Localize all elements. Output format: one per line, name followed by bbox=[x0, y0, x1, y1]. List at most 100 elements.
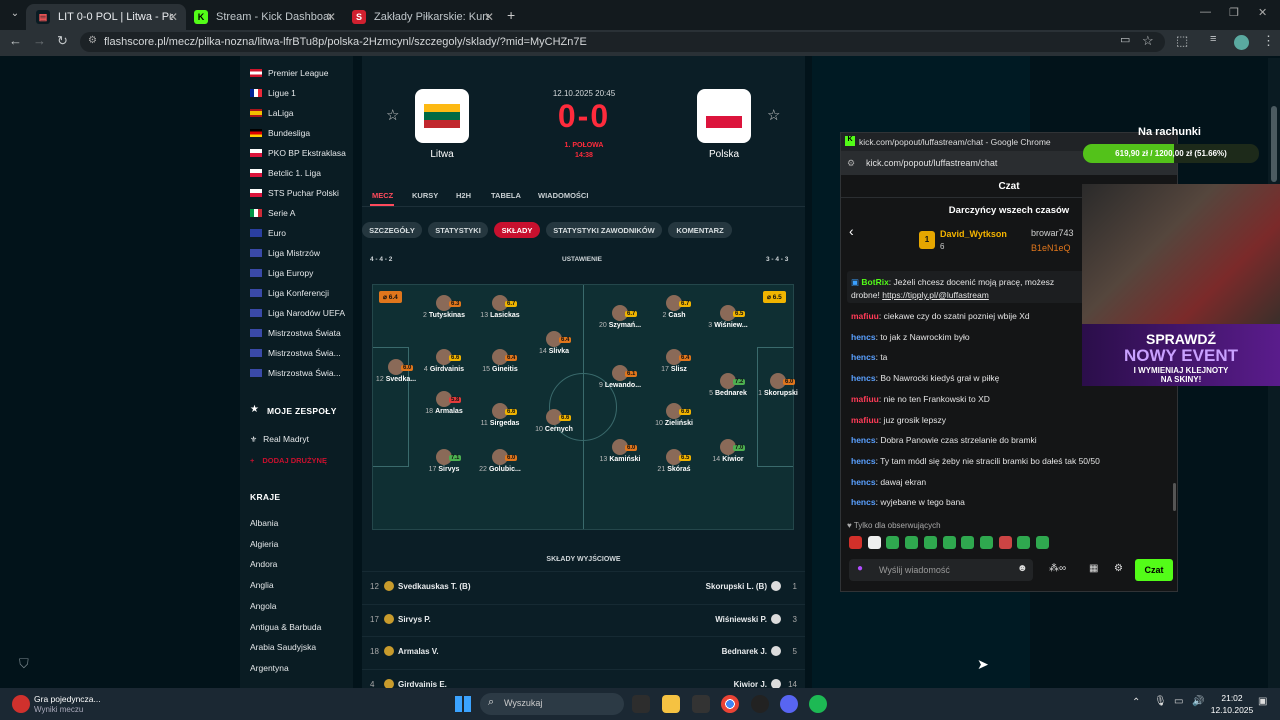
subtab-statystyki-zawodnikow[interactable]: STATYSTYKI ZAWODNIKÓW bbox=[546, 222, 662, 238]
tab-tabela[interactable]: TABELA bbox=[491, 191, 521, 200]
tab-mecz[interactable]: MECZ bbox=[372, 191, 393, 200]
player-marker[interactable]: 6.0 22 Golubic... bbox=[465, 449, 535, 473]
emote-icon[interactable] bbox=[979, 536, 993, 549]
player-marker[interactable]: 6.6 10 Zieliński bbox=[639, 403, 709, 427]
tray-chevron-icon[interactable]: ⌃ bbox=[1132, 697, 1140, 708]
league-item[interactable]: STS Puchar Polski bbox=[250, 188, 339, 198]
chat-scrollbar[interactable] bbox=[1173, 483, 1176, 511]
site-info-icon[interactable]: ⚙ bbox=[88, 35, 97, 46]
chat-username[interactable]: mafiuu bbox=[851, 311, 879, 321]
chat-username[interactable]: hencs bbox=[851, 332, 876, 342]
chat-username[interactable]: hencs bbox=[851, 435, 876, 445]
file-explorer-icon[interactable] bbox=[662, 695, 680, 713]
player-marker[interactable]: 6.0 1 Skorupski bbox=[743, 373, 813, 397]
tipply-link[interactable]: https://tipply.pl/@luffastream bbox=[882, 290, 989, 300]
forward-icon[interactable]: → bbox=[33, 33, 46, 48]
league-item[interactable]: Euro bbox=[250, 228, 286, 238]
league-item[interactable]: Premier League bbox=[250, 68, 328, 78]
back-chevron-icon[interactable]: ‹ bbox=[849, 223, 854, 239]
emote-icon[interactable] bbox=[923, 536, 937, 549]
emote-icon[interactable] bbox=[849, 536, 862, 549]
emote-icon[interactable] bbox=[942, 536, 956, 549]
store-icon[interactable] bbox=[692, 695, 710, 713]
player-marker[interactable]: 6.7 13 Lasickas bbox=[465, 295, 535, 319]
country-item[interactable]: Albania bbox=[250, 518, 278, 528]
notifications-icon[interactable]: ▣ bbox=[1258, 696, 1267, 707]
player-marker[interactable]: 6.6 10 Cernych bbox=[519, 409, 589, 433]
away-team-flag[interactable] bbox=[697, 89, 751, 143]
subtab-sklady[interactable]: SKŁADY bbox=[494, 222, 540, 238]
leader-1-name[interactable]: David_Wytkson bbox=[940, 229, 1007, 239]
spotify-icon[interactable] bbox=[809, 695, 827, 713]
country-item[interactable]: Argentyna bbox=[250, 663, 289, 673]
emote-icon[interactable] bbox=[1036, 536, 1049, 549]
league-item[interactable]: PKO BP Ekstraklasa bbox=[250, 148, 346, 158]
task-view-icon[interactable] bbox=[632, 695, 650, 713]
leader-2-name[interactable]: browar743 bbox=[1031, 228, 1074, 238]
chat-username[interactable]: hencs bbox=[851, 456, 876, 466]
gift-icon[interactable]: ▦ bbox=[1089, 563, 1098, 574]
league-item[interactable]: LaLiga bbox=[250, 108, 294, 118]
shield-icon[interactable]: ⛉ bbox=[19, 656, 29, 672]
settings-gear-icon[interactable]: ⚙ bbox=[1114, 563, 1123, 574]
home-favorite-star-icon[interactable]: ☆ bbox=[386, 106, 399, 124]
close-window-icon[interactable]: ✕ bbox=[1258, 6, 1267, 19]
cast-icon[interactable]: ▭ bbox=[1120, 33, 1130, 46]
extensions-icon[interactable]: ⬚ bbox=[1176, 33, 1188, 49]
tab-sts[interactable]: S Zakłady Piłkarskie: Kursy na Piłk ✕ bbox=[342, 4, 502, 30]
player-marker[interactable]: 6.4 14 Slivka bbox=[519, 331, 589, 355]
news-widget-icon[interactable] bbox=[12, 695, 30, 713]
emote-icon[interactable] bbox=[867, 536, 881, 549]
home-team-name[interactable]: Litwa bbox=[402, 149, 482, 160]
home-team-flag[interactable] bbox=[415, 89, 469, 143]
chat-username[interactable]: hencs bbox=[851, 477, 876, 487]
emote-icon[interactable] bbox=[1017, 536, 1031, 549]
minimize-icon[interactable]: — bbox=[1200, 6, 1211, 18]
discord-icon[interactable] bbox=[780, 695, 798, 713]
league-item[interactable]: Liga Narodów UEFA bbox=[250, 308, 345, 318]
chrome-icon[interactable] bbox=[721, 695, 739, 713]
media-icon[interactable]: ≡ bbox=[1210, 33, 1216, 45]
emote-icon[interactable] bbox=[998, 536, 1012, 549]
country-item[interactable]: Algieria bbox=[250, 539, 278, 549]
lineup-row[interactable]: 17 Sirvys P. Wiśniewski P. 3 bbox=[362, 603, 805, 634]
news-widget-title[interactable]: Gra pojedyncza... bbox=[34, 694, 101, 704]
country-item[interactable]: Anglia bbox=[250, 580, 274, 590]
league-item[interactable]: Liga Konferencji bbox=[250, 288, 329, 298]
country-item[interactable]: Andora bbox=[250, 559, 277, 569]
clock-date[interactable]: 12.10.2025 bbox=[1208, 705, 1256, 715]
subtab-statystyki[interactable]: STATYSTYKI bbox=[428, 222, 488, 238]
close-icon[interactable]: ✕ bbox=[326, 10, 336, 24]
mic-icon[interactable]: 🎙 bbox=[1154, 696, 1167, 707]
league-item[interactable]: Mistrzostwa Świa... bbox=[250, 368, 341, 378]
chat-username[interactable]: mafiuu bbox=[851, 394, 879, 404]
new-tab-icon[interactable]: + bbox=[507, 7, 515, 23]
back-icon[interactable]: ← bbox=[9, 33, 22, 48]
league-item[interactable]: Serie A bbox=[250, 208, 295, 218]
chat-input[interactable]: ● Wyślij wiadomość ☻ bbox=[849, 559, 1033, 581]
tab-flashscore[interactable]: ▤ LIT 0-0 POL | Litwa - Polska NA Ż ✕ bbox=[26, 4, 186, 30]
close-icon[interactable]: ✕ bbox=[168, 10, 178, 24]
league-item[interactable]: Mistrzostwa Świata bbox=[250, 328, 341, 338]
microphone-icon[interactable]: ● bbox=[857, 563, 863, 574]
emote-icon[interactable] bbox=[886, 536, 900, 549]
tab-kursy[interactable]: KURSY bbox=[412, 191, 438, 200]
league-item[interactable]: Bundesliga bbox=[250, 128, 310, 138]
volume-icon[interactable]: 🔊 bbox=[1192, 696, 1204, 707]
tab-wiadomosci[interactable]: WIADOMOŚCI bbox=[538, 191, 588, 200]
league-item[interactable]: Mistrzostwa Świa... bbox=[250, 348, 341, 358]
send-chat-button[interactable]: Czat bbox=[1135, 559, 1173, 581]
add-team-link[interactable]: + DODAJ DRUŻYNĘ bbox=[250, 456, 327, 465]
tab-h2h[interactable]: H2H bbox=[456, 191, 471, 200]
league-item[interactable]: Ligue 1 bbox=[250, 88, 296, 98]
start-windows-icon[interactable] bbox=[455, 696, 471, 712]
lineup-row[interactable]: 4 Girdvainis E. Kiwior J. 14 bbox=[362, 668, 805, 688]
away-favorite-star-icon[interactable]: ☆ bbox=[767, 106, 780, 124]
chat-username[interactable]: hencs bbox=[851, 352, 876, 362]
subtab-komentarz[interactable]: KOMENTARZ bbox=[668, 222, 732, 238]
country-item[interactable]: Angola bbox=[250, 601, 276, 611]
country-item[interactable]: Antigua & Barbuda bbox=[250, 622, 321, 632]
close-icon[interactable]: ✕ bbox=[484, 10, 494, 24]
away-team-name[interactable]: Polska bbox=[684, 149, 764, 160]
address-bar[interactable]: ⚙ flashscore.pl/mecz/pilka-nozna/litwa-l… bbox=[80, 32, 1165, 52]
